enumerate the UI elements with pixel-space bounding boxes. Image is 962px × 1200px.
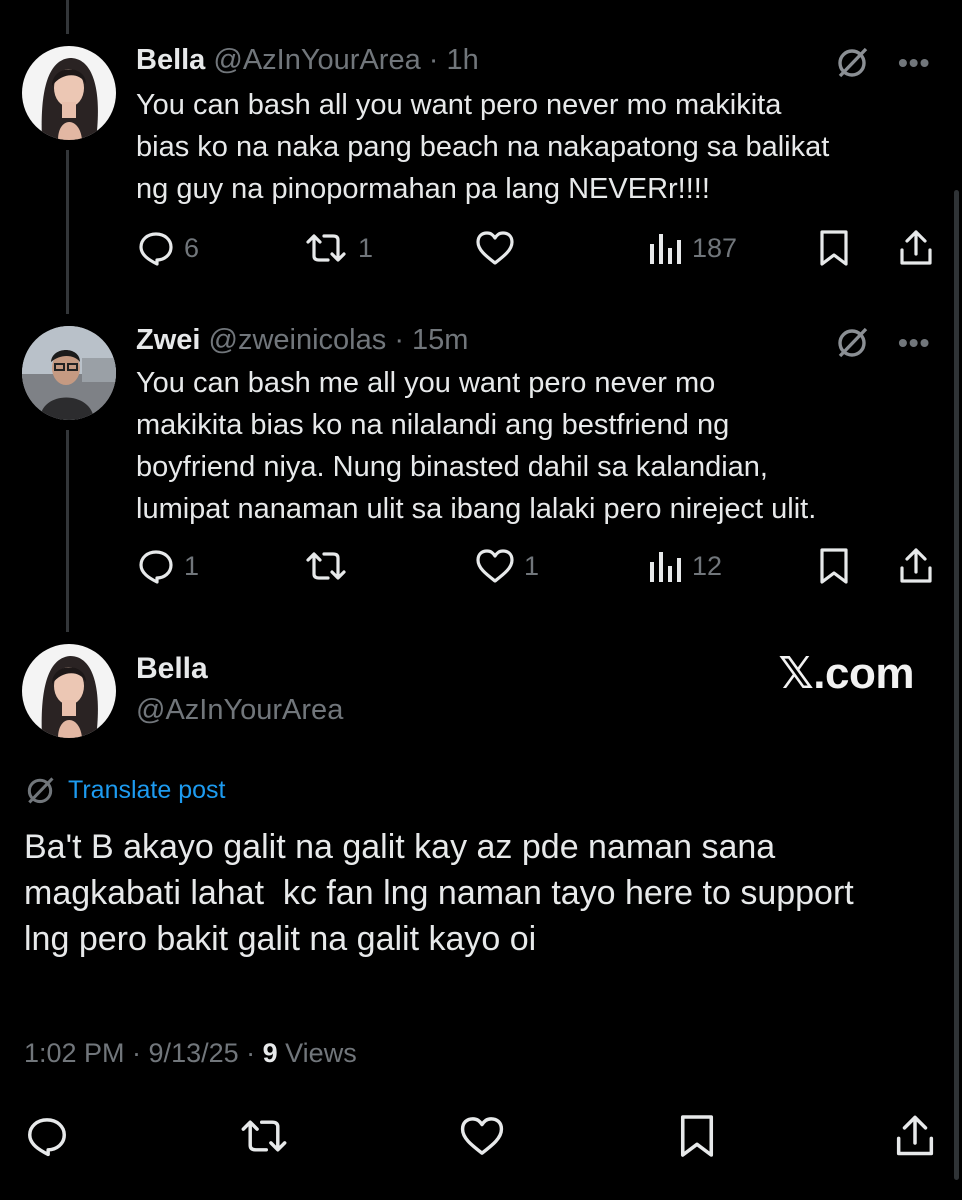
repost-button[interactable]: 1: [302, 228, 373, 268]
reply-button[interactable]: 1: [136, 546, 199, 586]
author-handle[interactable]: @zweinicolas: [209, 324, 387, 356]
views-icon: [650, 552, 681, 582]
translate-icon: [27, 777, 54, 804]
like-count: 1: [524, 550, 540, 581]
text-line: boyfriend niya. Nung binasted dahil sa k…: [136, 451, 768, 483]
like-icon: [460, 1117, 504, 1155]
reply-2-text: You can bash me all you want pero never …: [136, 362, 816, 530]
repost-icon: [241, 1120, 287, 1152]
reply-1-text: You can bash all you want pero never mo …: [136, 84, 829, 210]
bookmark-icon: [820, 548, 848, 584]
text-line: lumipat nanaman ulit sa ibang lalaki per…: [136, 493, 817, 525]
repost-button[interactable]: [302, 546, 358, 586]
reply-1-header: Bella @AzInYourArea · 1h: [136, 44, 479, 77]
main-post-text: Ba't B akayo galit na galit kay az pde n…: [24, 824, 854, 962]
reply-icon: [139, 232, 173, 266]
grok-icon[interactable]: [834, 44, 870, 85]
share-button[interactable]: [894, 1112, 936, 1160]
thread-line-top: [66, 0, 69, 34]
scrollbar[interactable]: [954, 190, 959, 1180]
bookmark-icon: [820, 230, 848, 266]
x-com-watermark: 𝕏.com: [778, 649, 914, 698]
text-line: Ba't B akayo galit na galit kay az pde n…: [24, 828, 776, 866]
thread-line-reply-1: [66, 150, 69, 314]
more-icon[interactable]: •••: [898, 47, 930, 79]
text-line: lng pero bakit galit na galit kayo oi: [24, 920, 537, 958]
translate-label[interactable]: Translate post: [68, 776, 225, 805]
text-line: You can bash me all you want pero never …: [136, 367, 716, 399]
share-icon: [900, 230, 932, 265]
reply-button[interactable]: [24, 1112, 70, 1160]
views-count: 9: [262, 1038, 278, 1068]
like-icon: [476, 231, 514, 265]
repost-icon: [306, 552, 346, 580]
post-meta: 1:02 PM · 9/13/25 · 9 Views: [24, 1038, 357, 1069]
views-count: 187: [692, 232, 738, 263]
bookmark-button[interactable]: [818, 228, 850, 268]
share-button[interactable]: [898, 546, 934, 586]
views-count: 12: [692, 550, 723, 581]
share-icon: [900, 548, 932, 583]
like-button[interactable]: [474, 228, 524, 268]
reply-button[interactable]: 6: [136, 228, 199, 268]
views-button[interactable]: 12: [648, 546, 722, 586]
post-time[interactable]: · 15m: [394, 324, 468, 356]
views-icon: [650, 234, 681, 264]
share-icon: [896, 1115, 934, 1156]
avatar-bella[interactable]: [22, 46, 116, 140]
author-name[interactable]: Bella: [136, 44, 205, 76]
bookmark-button[interactable]: [818, 546, 850, 586]
translate-post-link[interactable]: Translate post: [24, 774, 225, 806]
reply-2-header: Zwei @zweinicolas · 15m: [136, 324, 468, 357]
author-name[interactable]: Zwei: [136, 324, 200, 356]
avatar-zwei[interactable]: [22, 326, 116, 420]
bookmark-button[interactable]: [678, 1112, 716, 1160]
post-timestamp[interactable]: 1:02 PM · 9/13/25 ·: [24, 1038, 263, 1068]
thread-line-reply-2: [66, 430, 69, 632]
more-icon[interactable]: •••: [898, 327, 930, 359]
grok-icon[interactable]: [834, 324, 870, 365]
bookmark-icon: [680, 1115, 714, 1157]
main-author-handle[interactable]: @AzInYourArea: [136, 694, 343, 727]
text-line: bias ko na naka pang beach na nakapatong…: [136, 131, 830, 163]
text-line: You can bash all you want pero never mo …: [136, 89, 782, 121]
like-button[interactable]: 1: [474, 546, 539, 586]
text-line: magkabati lahat kc fan lng naman tayo he…: [24, 874, 854, 912]
reply-count: 1: [184, 550, 200, 581]
post-time[interactable]: · 1h: [429, 44, 479, 76]
share-button[interactable]: [898, 228, 934, 268]
views-label: Views: [277, 1038, 357, 1068]
repost-count: 1: [358, 232, 374, 263]
main-author-name[interactable]: Bella: [136, 652, 208, 686]
reply-icon: [28, 1118, 66, 1157]
repost-icon: [306, 234, 346, 262]
reply-count: 6: [184, 232, 200, 263]
text-line: ng guy na pinopormahan pa lang NEVERr!!!…: [136, 173, 710, 205]
views-button[interactable]: 187: [648, 228, 737, 268]
repost-button[interactable]: [236, 1112, 292, 1160]
reply-icon: [139, 550, 173, 584]
avatar-bella[interactable]: [22, 644, 116, 738]
author-handle[interactable]: @AzInYourArea: [213, 44, 420, 76]
text-line: makikita bias ko na nilalandi ang bestfr…: [136, 409, 730, 441]
like-icon: [476, 549, 514, 583]
like-button[interactable]: [458, 1112, 506, 1160]
